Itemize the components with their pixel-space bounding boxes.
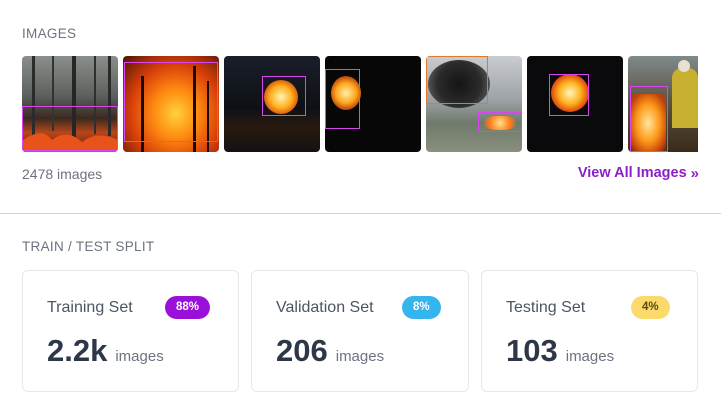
image-count-value: 2.2k (47, 333, 108, 368)
image-thumbnail[interactable] (628, 56, 698, 152)
image-thumbnail[interactable] (123, 56, 219, 152)
card-value: 2.2k images (47, 333, 164, 369)
card-value: 103 images (506, 333, 614, 369)
image-thumbnail[interactable] (224, 56, 320, 152)
image-count-unit: images (565, 348, 615, 365)
view-all-images-label: View All Images (577, 165, 687, 181)
bounding-box (262, 76, 306, 116)
images-section-label: IMAGES (22, 26, 77, 41)
section-divider (0, 213, 721, 214)
card-title: Training Set (47, 299, 133, 316)
testing-set-card: Testing Set 4% 103 images (481, 270, 698, 392)
percentage-badge: 4% (631, 296, 670, 319)
image-count-unit: images (335, 348, 385, 365)
train-test-split-label: TRAIN / TEST SPLIT (22, 239, 155, 254)
percentage-badge: 8% (402, 296, 441, 319)
image-count-value: 103 (506, 333, 558, 368)
percentage-badge: 88% (165, 296, 211, 319)
image-thumbnail[interactable] (325, 56, 421, 152)
bounding-box (124, 62, 218, 142)
bounding-box (478, 112, 522, 132)
image-thumbnail-strip (22, 56, 698, 152)
image-count-unit: images (115, 348, 164, 365)
image-thumbnail[interactable] (426, 56, 522, 152)
image-count-value: 206 (276, 333, 328, 368)
bounding-box (549, 74, 589, 116)
image-count: 2478 images (22, 166, 103, 182)
card-value: 206 images (276, 333, 384, 369)
card-title: Validation Set (276, 299, 374, 316)
bounding-box (630, 86, 668, 152)
bounding-box (426, 56, 488, 104)
bounding-box (22, 106, 118, 151)
validation-set-card: Validation Set 8% 206 images (251, 270, 469, 392)
card-title: Testing Set (506, 299, 586, 316)
double-chevron-right-icon: » (690, 164, 699, 182)
view-all-images-link[interactable]: View All Images » (578, 165, 699, 181)
training-set-card: Training Set 88% 2.2k images (22, 270, 239, 392)
image-thumbnail[interactable] (22, 56, 118, 152)
bounding-box (325, 69, 360, 129)
image-thumbnail[interactable] (527, 56, 623, 152)
